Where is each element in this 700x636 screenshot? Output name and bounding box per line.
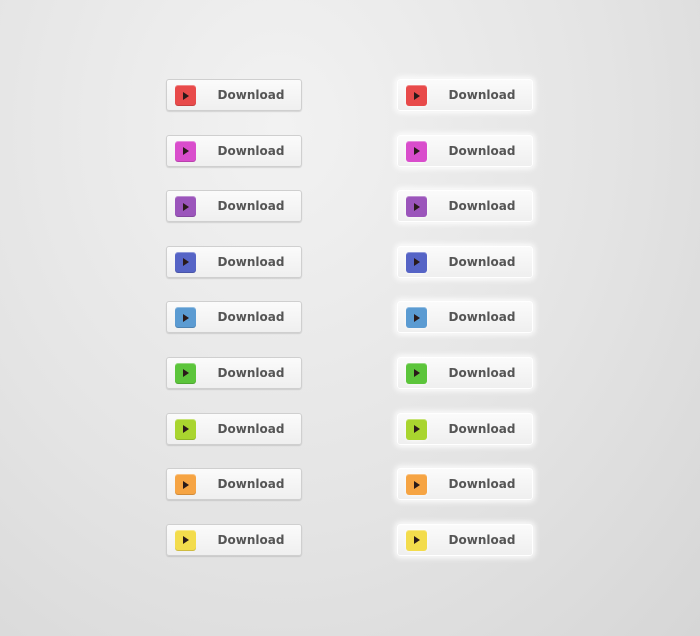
download-button-magenta[interactable]: Download (397, 134, 533, 167)
download-button-yellow[interactable]: Download (166, 523, 302, 556)
play-icon (406, 474, 427, 496)
download-button-yellow[interactable]: Download (397, 523, 533, 556)
download-label: Download (217, 199, 285, 214)
download-label: Download (217, 88, 285, 102)
download-button-blue[interactable]: Download (166, 245, 302, 278)
play-icon (175, 85, 196, 106)
play-icon (406, 362, 427, 384)
download-label: Download (448, 88, 516, 102)
play-icon (406, 307, 427, 329)
button-column-glow: Download Download Download Download Download… (397, 79, 533, 579)
play-icon (406, 85, 427, 106)
play-icon (406, 251, 427, 273)
download-button-orange[interactable]: Download (397, 468, 533, 501)
download-button-lime[interactable]: Download (397, 412, 533, 445)
play-icon (175, 474, 196, 496)
download-button-magenta[interactable]: Download (166, 134, 302, 167)
download-button-purple[interactable]: Download (166, 190, 302, 223)
play-icon (175, 362, 196, 384)
download-button-lime[interactable]: Download (166, 412, 302, 445)
play-icon (406, 529, 427, 551)
download-button-light-blue[interactable]: Download (397, 301, 533, 334)
play-icon (175, 196, 196, 218)
download-label: Download (217, 254, 285, 269)
play-icon (175, 140, 196, 162)
download-label: Download (217, 421, 285, 436)
download-label: Download (217, 477, 285, 492)
download-button-green[interactable]: Download (397, 356, 533, 389)
download-label: Download (448, 477, 516, 492)
download-label: Download (448, 199, 516, 214)
download-button-blue[interactable]: Download (397, 245, 533, 278)
download-button-green[interactable]: Download (166, 356, 302, 389)
play-icon (175, 307, 196, 329)
play-icon (406, 140, 427, 162)
download-label: Download (217, 143, 285, 158)
play-icon (406, 196, 427, 218)
download-button-red[interactable]: Download (397, 79, 533, 111)
play-icon (175, 529, 196, 551)
play-icon (175, 418, 196, 440)
download-label: Download (217, 310, 285, 325)
download-button-orange[interactable]: Download (166, 468, 302, 501)
download-label: Download (217, 365, 285, 380)
download-label: Download (448, 421, 516, 436)
download-label: Download (448, 310, 516, 325)
button-column-flat: Download Download Download Download Download… (166, 79, 302, 579)
play-icon (175, 251, 196, 273)
download-label: Download (448, 254, 516, 269)
play-icon (406, 418, 427, 440)
download-label: Download (448, 365, 516, 380)
download-button-purple[interactable]: Download (397, 190, 533, 223)
download-label: Download (448, 532, 516, 547)
download-button-red[interactable]: Download (166, 79, 302, 111)
download-button-light-blue[interactable]: Download (166, 301, 302, 334)
download-label: Download (217, 532, 285, 547)
download-label: Download (448, 143, 516, 158)
